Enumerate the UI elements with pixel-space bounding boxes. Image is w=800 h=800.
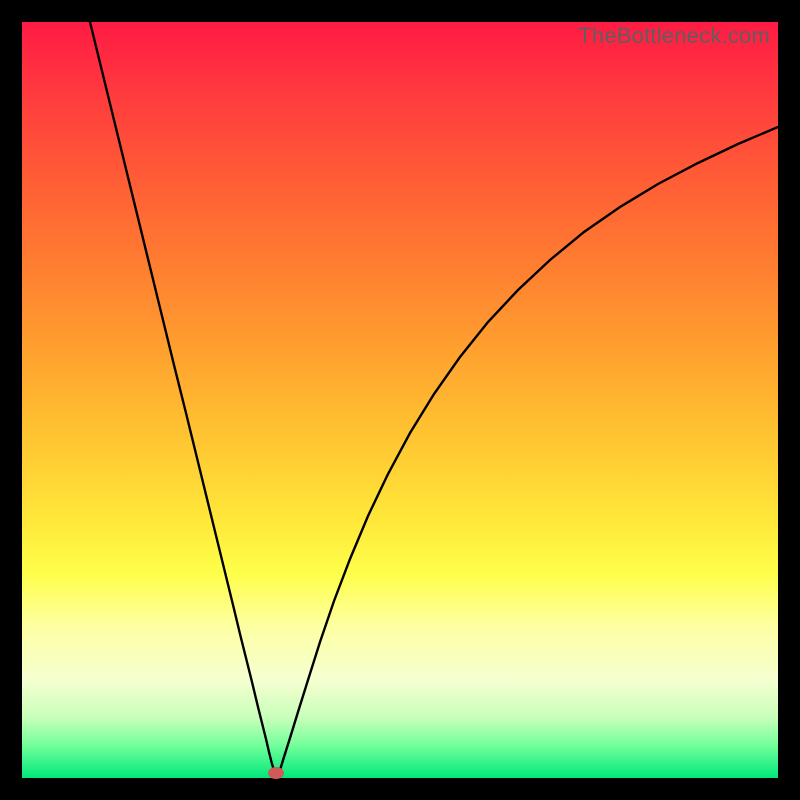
bottleneck-curve [22, 22, 778, 778]
chart-frame: TheBottleneck.com [0, 0, 800, 800]
plot-area: TheBottleneck.com [22, 22, 778, 778]
curve-path [90, 22, 778, 774]
optimal-point-marker [268, 767, 284, 779]
